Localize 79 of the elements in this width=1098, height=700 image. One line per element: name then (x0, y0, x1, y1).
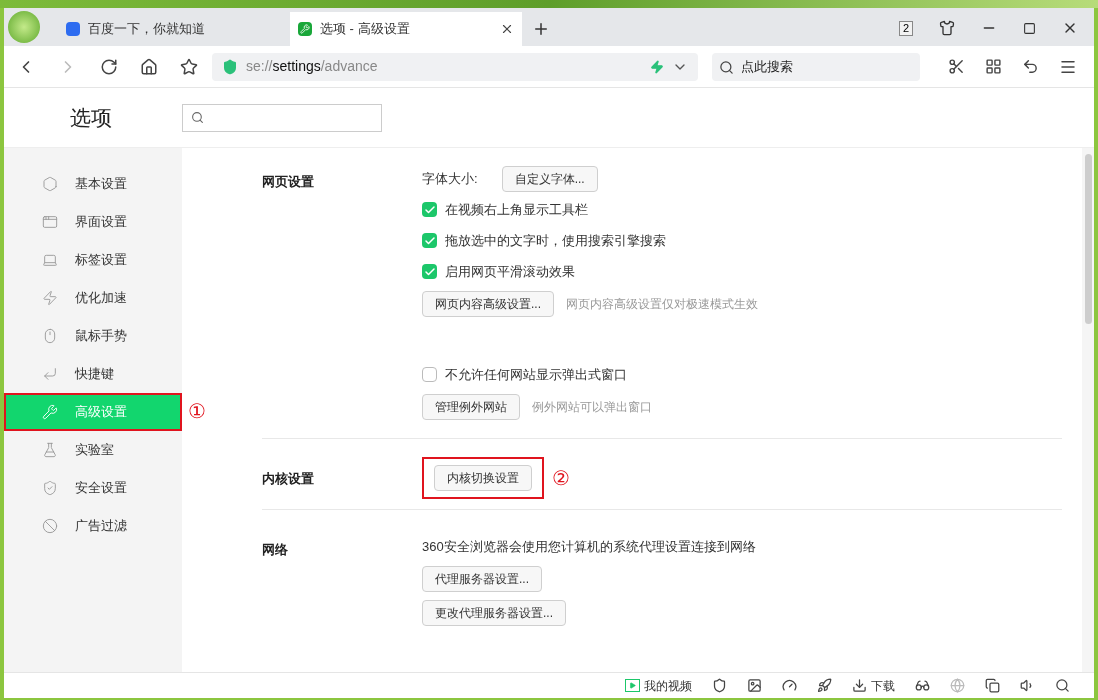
flask-icon (42, 442, 58, 458)
star-icon[interactable] (180, 57, 198, 76)
settings-button[interactable]: 更改代理服务器设置... (422, 600, 566, 626)
undo-icon[interactable] (1022, 58, 1039, 75)
scissors-icon[interactable] (948, 58, 965, 75)
settings-button[interactable]: 内核切换设置 (434, 465, 532, 491)
hint-text: 网页内容高级设置仅对极速模式生效 (566, 296, 758, 313)
settings-button[interactable]: 管理例外网站 (422, 394, 520, 420)
lightning-icon (42, 290, 58, 306)
checkbox[interactable] (422, 233, 437, 248)
wrench-icon (298, 22, 312, 36)
grid-icon[interactable] (985, 58, 1002, 75)
sidebar-item[interactable]: 标签设置 (4, 241, 182, 279)
hexagon-icon (42, 176, 58, 192)
close-tab-icon[interactable] (500, 22, 514, 36)
section-title: 网页设置 (262, 173, 315, 191)
copy-icon[interactable] (985, 678, 1000, 693)
settings-button[interactable]: 代理服务器设置... (422, 566, 542, 592)
browser-tab[interactable]: 百度一下，你就知道 (58, 12, 290, 46)
mouse-icon (42, 328, 58, 344)
glasses-icon[interactable] (915, 678, 930, 693)
sidebar-item[interactable]: 鼠标手势 (4, 317, 182, 355)
settings-search-field[interactable] (182, 103, 382, 132)
settings-button[interactable]: 自定义字体... (501, 166, 598, 192)
checkbox-option[interactable]: 拖放选中的文字时，使用搜索引擎搜索 (422, 225, 758, 256)
new-tab-icon[interactable] (532, 20, 550, 38)
section-title: 内核设置 (262, 470, 315, 488)
gauge-icon[interactable] (782, 678, 797, 693)
window-icon (42, 214, 58, 230)
enter-key-icon (42, 366, 58, 382)
sidebar-item[interactable]: 安全设置 (4, 469, 182, 507)
search-icon (719, 59, 734, 75)
browser-tab[interactable]: 选项 - 高级设置 (290, 12, 522, 46)
description-text: 360安全浏览器会使用您计算机的系统代理设置连接到网络 (422, 538, 756, 557)
settings-button[interactable]: 网页内容高级设置... (422, 291, 554, 317)
checkbox-option[interactable]: 在视频右上角显示工具栏 (422, 194, 758, 225)
section-title: 网络 (262, 541, 289, 559)
home-icon[interactable] (140, 57, 158, 76)
field-label: 字体大小: (422, 170, 478, 189)
maximize-icon[interactable] (1023, 21, 1036, 35)
checkbox[interactable] (422, 264, 437, 279)
rocket-icon[interactable] (817, 678, 832, 693)
checkbox-option[interactable]: 不允许任何网站显示弹出式窗口 (422, 359, 758, 390)
checkbox[interactable] (422, 202, 437, 217)
image-icon[interactable] (747, 678, 762, 693)
address-bar[interactable]: se://settings/advance (212, 52, 698, 81)
annotation-number: ② (552, 468, 570, 488)
sidebar-item[interactable]: 快捷键 (4, 355, 182, 393)
search-icon[interactable] (1055, 678, 1070, 693)
shield-plus-icon (222, 58, 238, 75)
sidebar-item[interactable]: 实验室 (4, 431, 182, 469)
checkbox-option[interactable]: 启用网页平滑滚动效果 (422, 256, 758, 287)
prohibited-icon (42, 518, 58, 534)
page-title: 选项 (69, 104, 113, 131)
scrollbar[interactable] (1082, 148, 1094, 672)
shield-check-icon (42, 480, 58, 496)
shirt-icon[interactable] (939, 20, 955, 36)
sidebar-item[interactable]: 基本设置 (4, 165, 182, 203)
sidebar-item[interactable]: 界面设置 (4, 203, 182, 241)
shield-icon[interactable] (712, 678, 727, 693)
laptop-icon (42, 252, 58, 268)
download-link[interactable]: 下载 (871, 676, 895, 695)
sidebar-item[interactable]: 广告过滤 (4, 507, 182, 545)
sidebar-item[interactable]: 优化加速 (4, 279, 182, 317)
annotation-number: ① (188, 401, 206, 421)
search-icon (191, 111, 204, 124)
search-field[interactable]: 点此搜索 (712, 52, 920, 81)
my-videos-link[interactable]: 我的视频 (644, 676, 692, 695)
play-icon (625, 679, 640, 692)
check-icon (423, 203, 436, 216)
url-text: se://settings/advance (246, 57, 379, 76)
check-icon (423, 234, 436, 247)
checkbox[interactable] (422, 367, 437, 382)
wrench-icon (42, 404, 58, 420)
check-icon (423, 265, 436, 278)
download-icon[interactable] (852, 678, 867, 693)
window-count[interactable]: 2 (898, 20, 913, 36)
reload-icon[interactable] (100, 57, 118, 76)
hint-text: 例外网站可以弹出窗口 (532, 399, 652, 416)
